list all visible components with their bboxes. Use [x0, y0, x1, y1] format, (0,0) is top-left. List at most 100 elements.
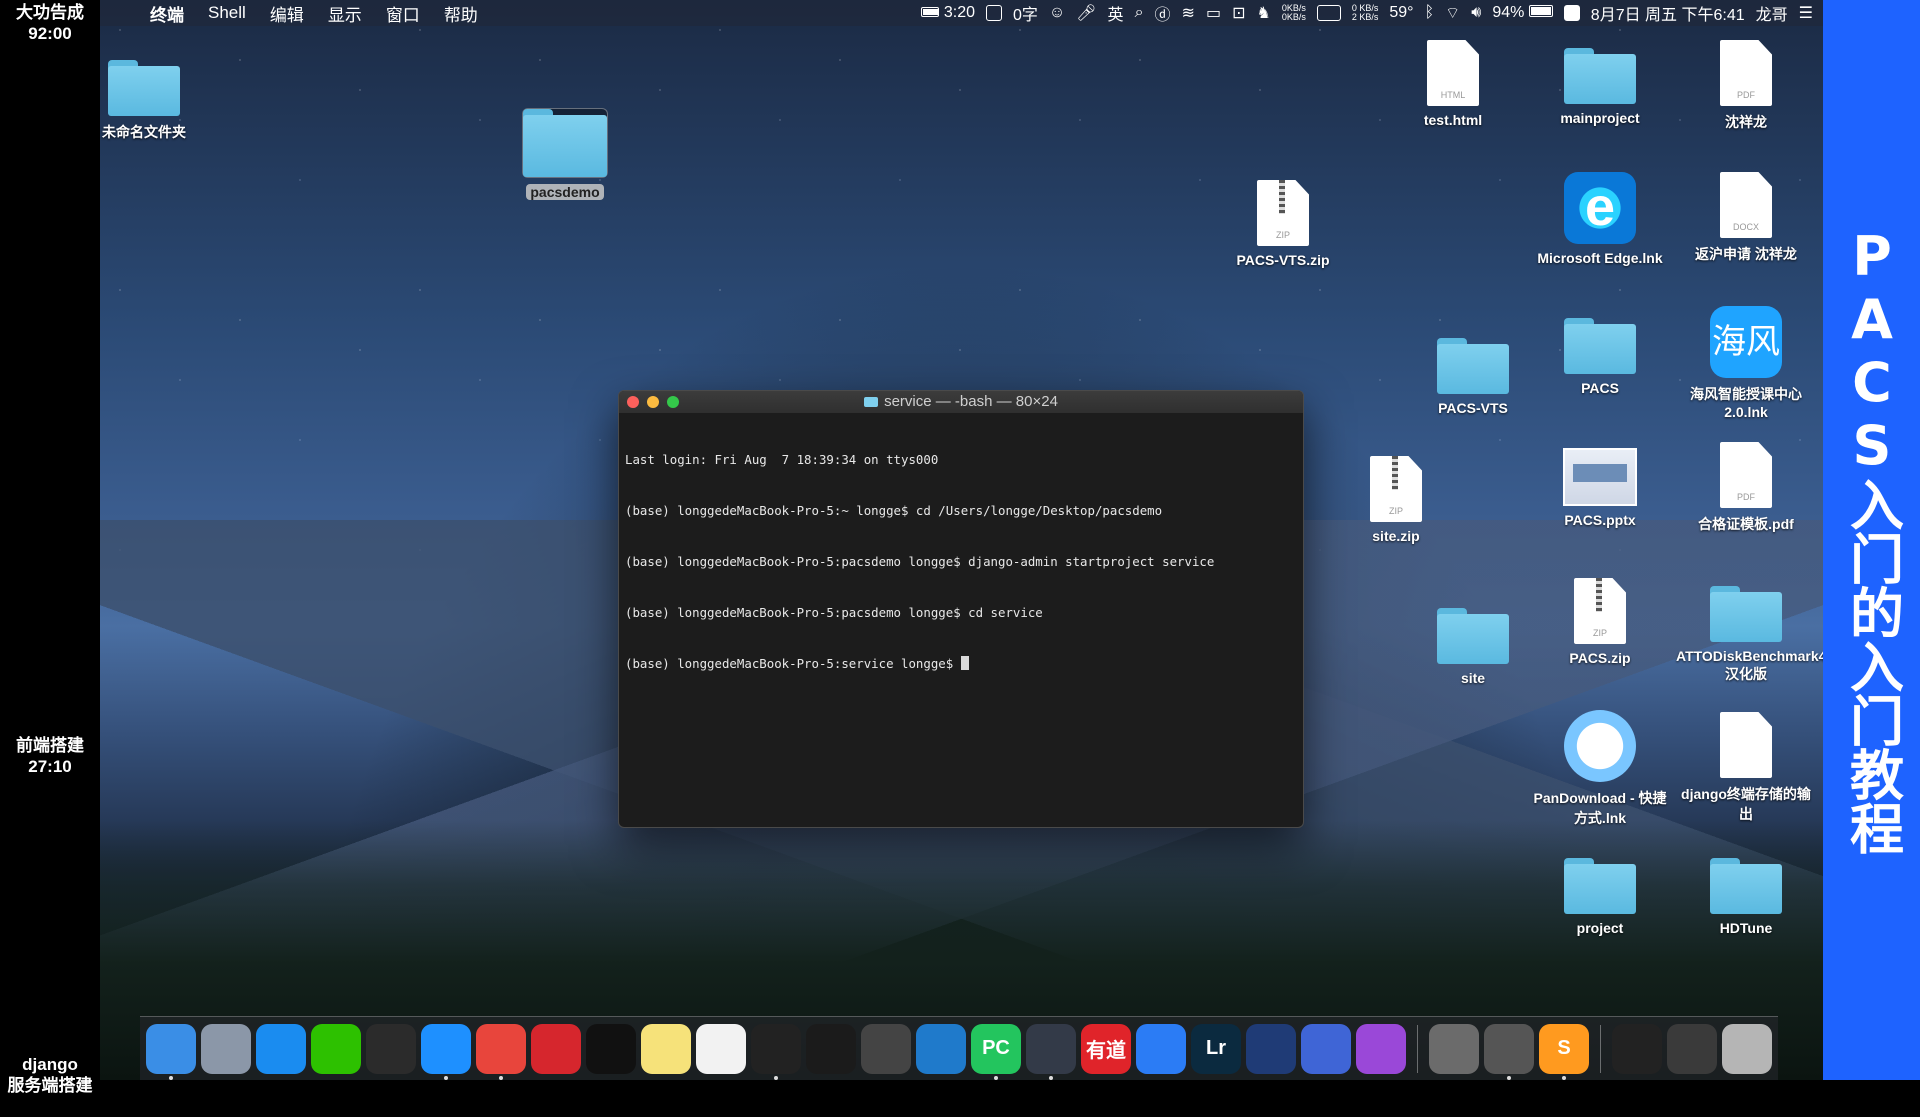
dock-netease-music-icon[interactable]: [531, 1023, 581, 1074]
menu-app-terminal[interactable]: 终端: [150, 1, 184, 26]
menu-shell[interactable]: Shell: [208, 3, 246, 23]
dictionary-icon[interactable]: ⓓ: [1155, 1, 1171, 25]
desktop-icon-cert-pdf[interactable]: PDF 合格证模板.pdf: [1676, 442, 1816, 534]
desktop-icon-mainproject[interactable]: mainproject: [1530, 48, 1670, 126]
cat-icon[interactable]: ♞: [1256, 3, 1270, 23]
wifi-sync-icon[interactable]: ≋: [1182, 3, 1195, 23]
dock-notes-icon[interactable]: [641, 1023, 691, 1074]
desktop-icon-haifeng[interactable]: 海风 海风智能授课中心 2.0.lnk: [1676, 306, 1816, 420]
folder-icon: [864, 397, 879, 407]
dock-wechat-icon[interactable]: [311, 1023, 361, 1074]
dock-qq-icon[interactable]: [586, 1023, 636, 1074]
menu-help[interactable]: 帮助: [444, 1, 478, 26]
dock-display-icon[interactable]: [1612, 1023, 1662, 1074]
dock-mirror-icon[interactable]: [1246, 1023, 1296, 1074]
desktop-icon-site[interactable]: site: [1403, 608, 1543, 686]
running-indicator: [1562, 1075, 1566, 1080]
wifi-icon[interactable]: ⌔: [1445, 3, 1460, 23]
menu-view[interactable]: 显示: [328, 1, 362, 26]
dock-launchpad-icon[interactable]: [201, 1023, 251, 1074]
dock-screen-icon[interactable]: [1301, 1023, 1351, 1074]
zip-file-icon: ZIP: [1574, 578, 1626, 644]
chapter-time: 92:00: [28, 24, 72, 43]
desktop-icon-pandownload[interactable]: PanDownload - 快捷方式.lnk: [1530, 710, 1670, 828]
chapter-title: 大功告成: [16, 3, 84, 22]
datetime-status[interactable]: 8月7日 周五 下午6:41: [1591, 1, 1745, 25]
dock-screenshot-icon[interactable]: [1667, 1023, 1717, 1074]
desktop-icon-pacs-pptx[interactable]: PACS.pptx: [1530, 448, 1670, 528]
terminal-content[interactable]: Last login: Fri Aug 7 18:39:34 on ttys00…: [619, 413, 1303, 710]
airplay-icon[interactable]: ▭: [1206, 3, 1221, 23]
desktop-icon-pacsdemo[interactable]: pacsdemo: [495, 108, 635, 200]
dock-separator: [1600, 1024, 1601, 1073]
dock-vscode-icon[interactable]: [916, 1023, 966, 1074]
microphone-icon[interactable]: 🎤︎: [1076, 3, 1096, 23]
desktop-icon-pacs-vts-zip[interactable]: ZIP PACS-VTS.zip: [1213, 180, 1353, 268]
desktop-icon-unnamed-folder[interactable]: 未命名文件夹: [74, 60, 214, 142]
desktop-icon-site-zip[interactable]: ZIP site.zip: [1326, 456, 1466, 544]
bluetooth-icon[interactable]: ᛒ: [1425, 4, 1435, 22]
dock-youdao-icon[interactable]: 有道: [1081, 1023, 1131, 1074]
smiley-icon[interactable]: ☺: [1049, 4, 1065, 22]
battery-status[interactable]: 94%: [1492, 4, 1553, 22]
notification-center-icon[interactable]: ☰: [1799, 3, 1813, 23]
network-speed-right[interactable]: 0 KB/s 2 KB/s: [1352, 4, 1379, 22]
menu-window[interactable]: 窗口: [386, 1, 420, 26]
desktop-icon-atto[interactable]: ATTODiskBenchmark4.00汉化版: [1676, 586, 1846, 684]
terminal-titlebar[interactable]: service — -bash — 80×24: [619, 391, 1303, 413]
dock-photos-icon[interactable]: [696, 1023, 746, 1074]
status-area: 3:20 0字 ☺ 🎤︎ 英 ⌕ ⓓ ≋ ▭ ⊡ ♞ 0KB/s 0KB/s 0 …: [921, 1, 1813, 25]
display-icon[interactable]: [1316, 5, 1341, 21]
close-button[interactable]: [627, 396, 639, 408]
desktop-icon-pacs-zip[interactable]: ZIP PACS.zip: [1530, 578, 1670, 666]
dock-tencent-video-icon[interactable]: [1136, 1023, 1186, 1074]
dock-safari-icon[interactable]: [421, 1023, 471, 1080]
terminal-line: (base) longgedeMacBook-Pro-5:~ longge$ c…: [625, 503, 1163, 518]
dock-feedback-icon[interactable]: [1356, 1023, 1406, 1074]
temperature-status[interactable]: 59°: [1389, 4, 1413, 22]
dock-pycharm-icon[interactable]: PC: [971, 1023, 1021, 1080]
user-status[interactable]: 龙哥: [1756, 1, 1788, 25]
dock-label: S: [1557, 1037, 1571, 1059]
dock-davinci-icon[interactable]: [1026, 1023, 1076, 1080]
minimize-button[interactable]: [647, 396, 659, 408]
dock-motion-icon[interactable]: [1484, 1023, 1534, 1080]
desktop-icon-shenxianglong-pdf[interactable]: PDF 沈祥龙: [1676, 40, 1816, 132]
running-indicator: [774, 1075, 778, 1080]
desktop-icon-pacs-vts[interactable]: PACS-VTS: [1403, 338, 1543, 416]
folder-icon: [1437, 608, 1509, 664]
dock-iterm-icon[interactable]: [806, 1023, 856, 1074]
terminal-line: Last login: Fri Aug 7 18:39:34 on ttys00…: [625, 452, 939, 467]
input-method-status[interactable]: 英: [1108, 1, 1124, 25]
dock-chrome-icon[interactable]: [476, 1023, 526, 1080]
word-count-status[interactable]: 0字: [1013, 1, 1038, 25]
volume-icon[interactable]: 🔊︎: [1471, 4, 1481, 22]
menu-edit[interactable]: 编辑: [270, 1, 304, 26]
screen-record-icon[interactable]: ⊡: [1232, 3, 1245, 23]
dock-finder-icon[interactable]: [146, 1023, 196, 1080]
network-speed-left[interactable]: 0KB/s 0KB/s: [1282, 4, 1306, 22]
terminal-window[interactable]: service — -bash — 80×24 Last login: Fri …: [618, 390, 1304, 828]
dock-sublime-icon[interactable]: S: [1539, 1023, 1589, 1080]
dock-terminal-icon[interactable]: [751, 1023, 801, 1080]
desktop-icon-edge[interactable]: e Microsoft Edge.lnk: [1530, 172, 1670, 266]
zoom-button[interactable]: [667, 396, 679, 408]
dock-system-prefs-icon[interactable]: [1429, 1023, 1479, 1074]
desktop-icon-test-html[interactable]: HTML test.html: [1383, 40, 1523, 128]
course-title-panel: PACS入门的入门教程: [1823, 0, 1920, 1080]
timer-status[interactable]: 3:20: [921, 4, 975, 22]
folder-icon: [1564, 858, 1636, 914]
memory-icon[interactable]: [985, 5, 1002, 21]
dock-activity-monitor-icon[interactable]: [366, 1023, 416, 1074]
desktop-icon-return-docx[interactable]: DOCX 返沪申请 沈祥龙: [1676, 172, 1816, 264]
dock-lightroom-icon[interactable]: Lr: [1191, 1023, 1241, 1074]
desktop-icon-hdtune[interactable]: HDTune: [1676, 858, 1816, 936]
dock-final-cut-icon[interactable]: [861, 1023, 911, 1074]
desktop-icon-pacs[interactable]: PACS: [1530, 318, 1670, 396]
dock-trash-icon[interactable]: [1722, 1023, 1772, 1074]
dock-app-store-icon[interactable]: [256, 1023, 306, 1074]
sogou-icon[interactable]: [1563, 5, 1580, 21]
desktop-icon-django-output[interactable]: django终端存储的输出: [1676, 712, 1816, 824]
desktop-icon-project[interactable]: project: [1530, 858, 1670, 936]
search-icon[interactable]: ⌕: [1135, 4, 1144, 22]
